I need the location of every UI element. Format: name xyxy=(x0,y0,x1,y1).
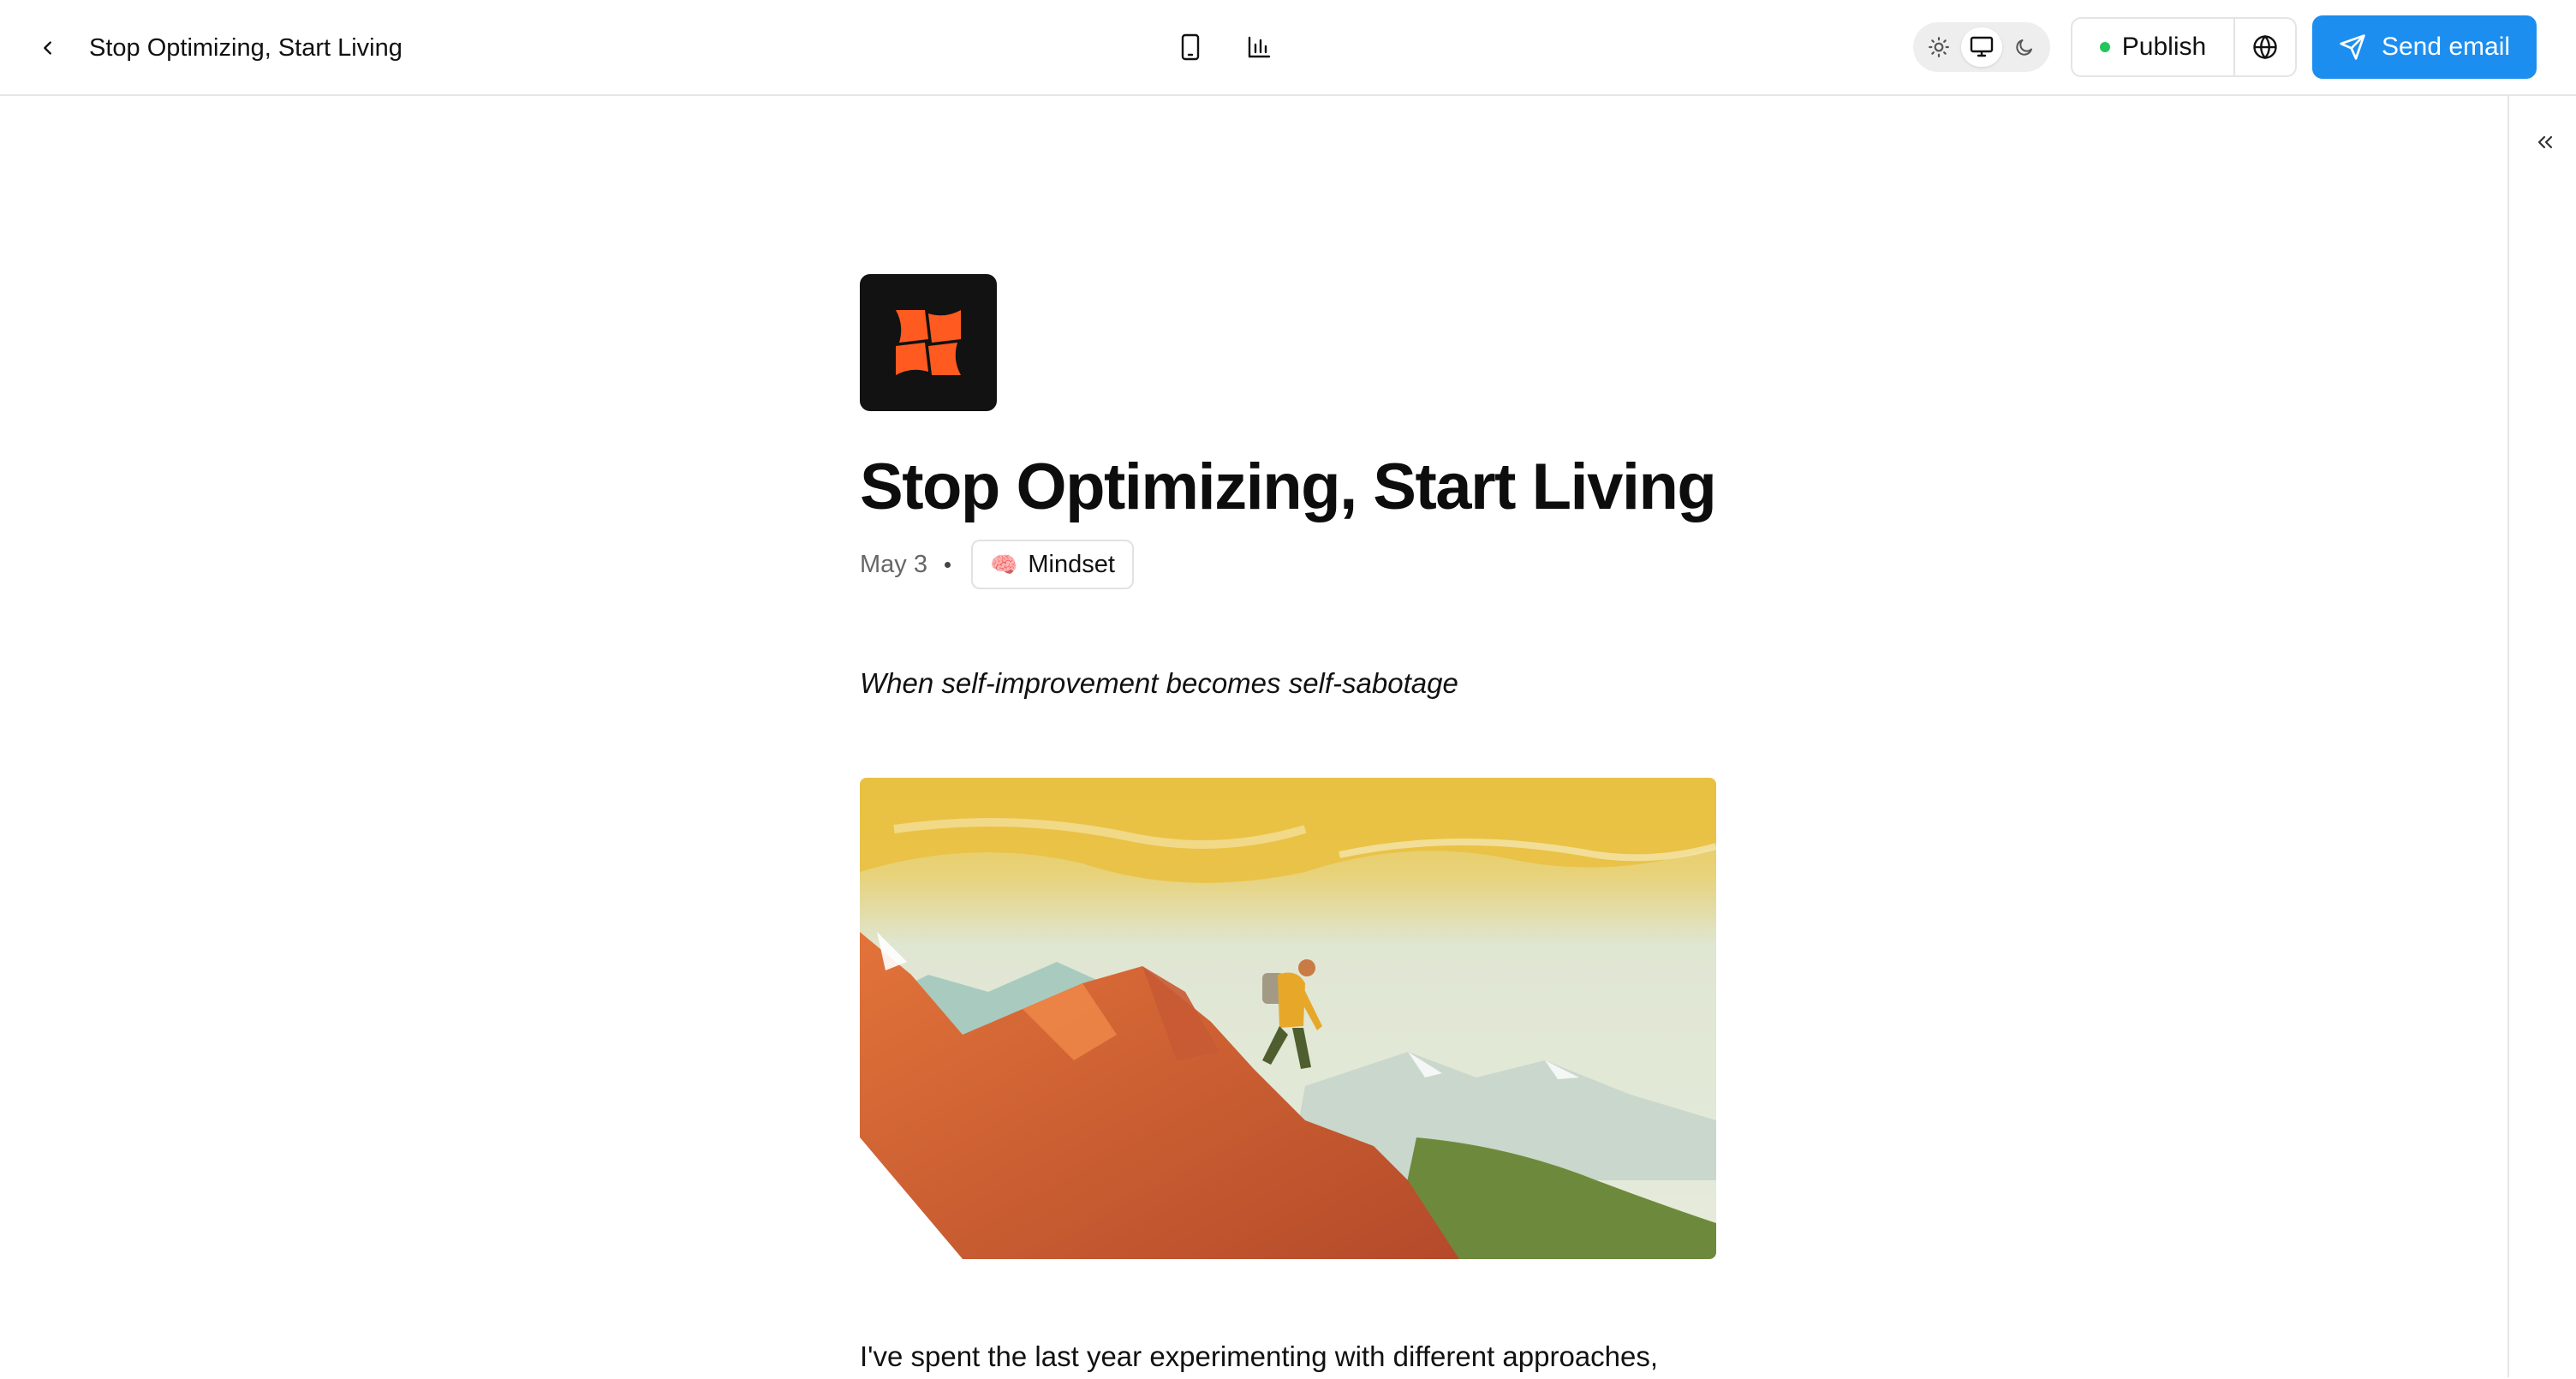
theme-dark-option[interactable] xyxy=(2004,27,2045,67)
moon-icon xyxy=(2016,39,2032,56)
article-body-paragraph: I've spent the last year experimenting w… xyxy=(860,1340,1659,1372)
hero-image xyxy=(860,778,1716,1259)
category-tag-label: Mindset xyxy=(1028,550,1115,578)
article-subtitle: When self-improvement becomes self-sabot… xyxy=(860,667,1458,699)
publish-group: Publish xyxy=(2071,17,2297,77)
article-meta: May 3 🧠 Mindset xyxy=(860,540,1134,589)
publish-button[interactable]: Publish xyxy=(2072,19,2235,75)
meta-separator xyxy=(944,561,951,568)
chevrons-left-icon xyxy=(2537,135,2553,149)
publish-label: Publish xyxy=(2121,33,2207,61)
desktop-icon xyxy=(1970,36,1994,57)
back-button[interactable] xyxy=(31,31,65,65)
bar-chart-icon xyxy=(1248,36,1271,58)
publish-status-dot xyxy=(2099,42,2110,52)
phone-icon xyxy=(1181,33,1200,61)
theme-system-option[interactable] xyxy=(1961,27,2002,67)
category-tag[interactable]: 🧠 Mindset xyxy=(970,540,1134,589)
top-bar: Stop Optimizing, Start Living Publish Se… xyxy=(0,0,2576,96)
sun-icon xyxy=(1929,37,1949,57)
brain-icon: 🧠 xyxy=(989,551,1018,577)
document-title: Stop Optimizing, Start Living xyxy=(89,34,402,62)
right-sidebar xyxy=(2507,96,2576,1377)
expand-sidebar-button[interactable] xyxy=(2528,125,2562,159)
language-button[interactable] xyxy=(2235,19,2295,75)
publication-logo xyxy=(860,274,997,411)
globe-icon xyxy=(2253,34,2277,60)
chevron-left-icon xyxy=(44,41,51,55)
analytics-button[interactable] xyxy=(1242,27,1276,67)
theme-toggle xyxy=(1913,22,2050,72)
publish-date: May 3 xyxy=(860,550,927,578)
article-title: Stop Optimizing, Start Living xyxy=(860,451,1717,523)
theme-light-option[interactable] xyxy=(1918,27,1959,67)
view-tools xyxy=(1173,27,1276,67)
mobile-preview-button[interactable] xyxy=(1173,27,1208,67)
send-email-button[interactable]: Send email xyxy=(2312,15,2537,79)
send-email-label: Send email xyxy=(2381,33,2511,61)
mountain-climber-illustration xyxy=(860,778,1716,1259)
pinwheel-logo-icon xyxy=(896,310,961,375)
send-icon xyxy=(2340,34,2365,60)
